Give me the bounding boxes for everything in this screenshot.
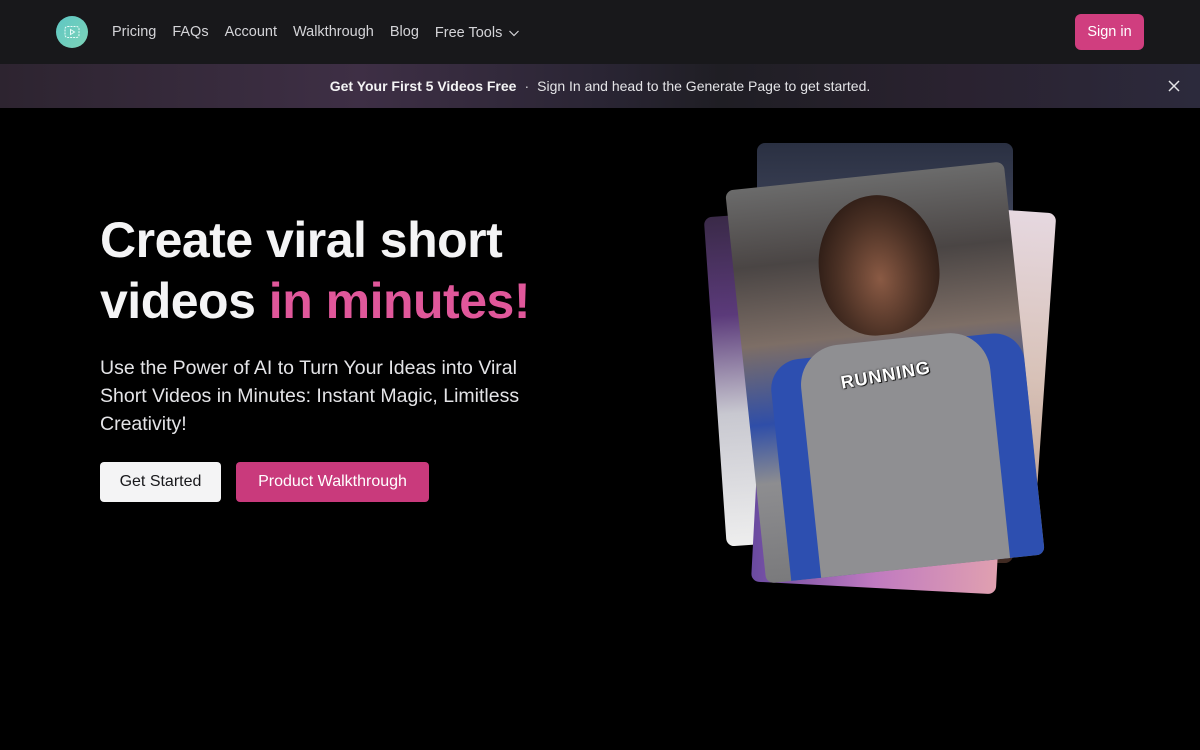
video-card-front: RUNNING (725, 161, 1045, 584)
hero-subtitle: Use the Power of AI to Turn Your Ideas i… (100, 357, 520, 435)
promo-banner: Get Your First 5 Videos Free · Sign In a… (0, 64, 1200, 108)
free-tools-label: Free Tools (434, 25, 503, 41)
hero-title: Create viral short videos in minutes! (100, 210, 530, 332)
hero-title-line1: Create viral short (100, 212, 503, 268)
banner-message: Sign In and head to the Generate Page to… (537, 78, 871, 94)
chevron-down-icon (509, 30, 520, 37)
nav-link-pricing[interactable]: Pricing (112, 24, 156, 40)
nav-link-faqs[interactable]: FAQs (172, 24, 208, 40)
banner-separator: · (524, 78, 530, 94)
logo[interactable] (56, 16, 88, 48)
nav-links: Pricing FAQs Account Walkthrough Blog Fr… (112, 0, 520, 64)
free-tools-dropdown[interactable]: Free Tools (435, 25, 520, 41)
hero-title-accent: in minutes! (268, 273, 531, 329)
play-video-icon (64, 26, 80, 38)
nav-link-account[interactable]: Account (225, 24, 277, 40)
nav-link-blog[interactable]: Blog (390, 24, 419, 40)
banner-headline: Get Your First 5 Videos Free (329, 78, 517, 94)
hero-title-line2: videos (100, 273, 269, 329)
product-walkthrough-button[interactable]: Product Walkthrough (236, 462, 429, 502)
close-icon[interactable] (1166, 78, 1182, 94)
nav-link-walkthrough[interactable]: Walkthrough (293, 24, 374, 40)
sign-in-button[interactable]: Sign in (1075, 14, 1144, 50)
top-nav: Pricing FAQs Account Walkthrough Blog Fr… (0, 0, 1200, 64)
get-started-button[interactable]: Get Started (100, 462, 221, 502)
person-image-head (811, 189, 946, 341)
